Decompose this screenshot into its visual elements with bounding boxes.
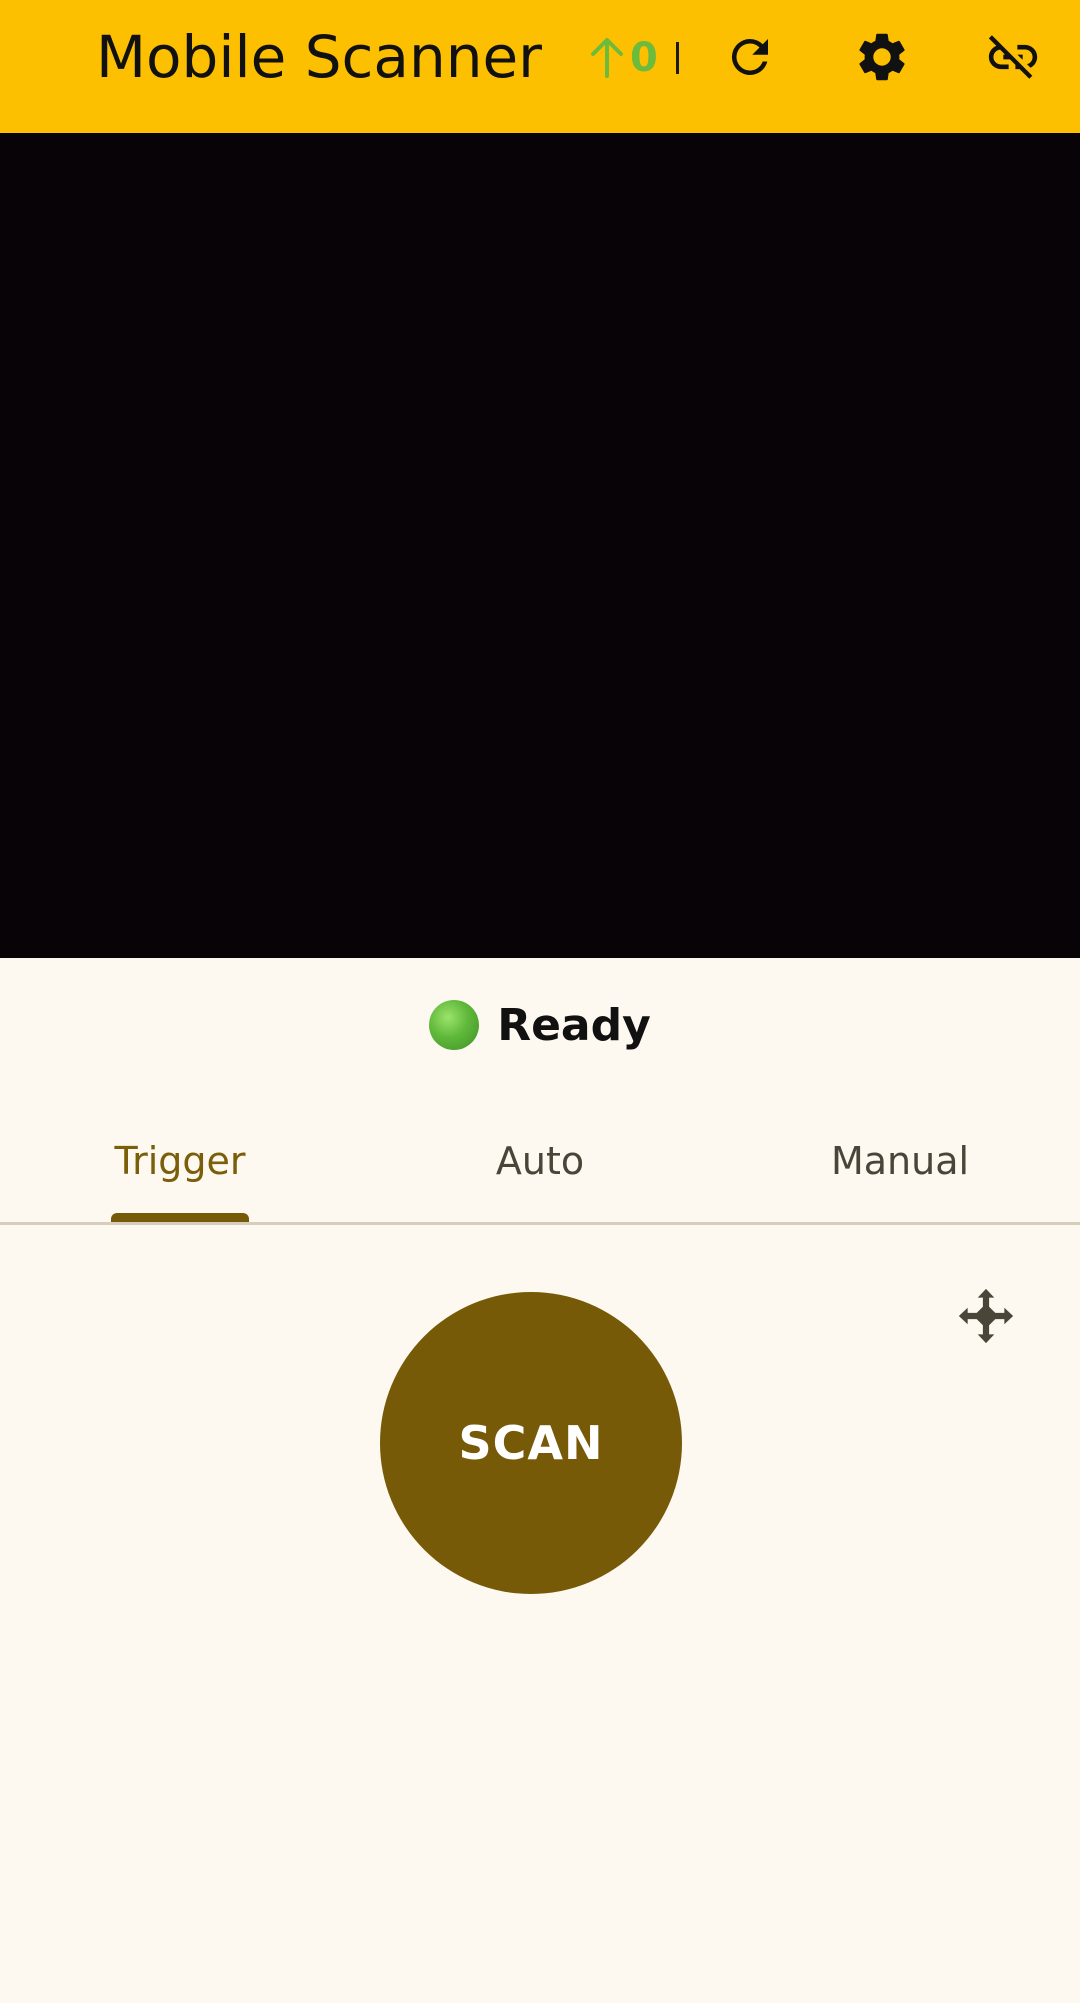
upload-count: 0: [630, 35, 658, 81]
upload-counter: 0: [588, 30, 679, 86]
tab-manual[interactable]: Manual: [820, 1100, 980, 1222]
settings-button[interactable]: [851, 26, 913, 88]
move-arrows-icon[interactable]: [955, 1285, 1017, 1347]
app-title: Mobile Scanner: [96, 23, 542, 91]
scanner-screen: Mobile Scanner 0 Ready Trigger Auto Manu…: [0, 0, 1080, 2003]
tab-trigger[interactable]: Trigger: [110, 1100, 250, 1222]
upload-divider: [675, 42, 679, 74]
camera-preview[interactable]: [0, 133, 1080, 958]
scan-mode-tabs: Trigger Auto Manual: [0, 1100, 1080, 1225]
connection-button[interactable]: [982, 26, 1044, 88]
status-indicator-icon: [429, 1000, 480, 1050]
arrow-up-icon: [591, 38, 623, 78]
gear-icon: [859, 33, 905, 81]
status-bar: Ready: [0, 995, 1080, 1055]
status-text: Ready: [497, 999, 651, 1051]
link-off-icon: [988, 35, 1038, 79]
tab-selected-indicator: [111, 1213, 249, 1222]
refresh-button[interactable]: [719, 26, 781, 88]
top-app-bar: Mobile Scanner 0: [0, 0, 1080, 133]
refresh-icon: [731, 38, 768, 75]
tab-auto[interactable]: Auto: [480, 1100, 600, 1222]
scan-button[interactable]: SCAN: [380, 1292, 682, 1594]
scan-button-label: SCAN: [458, 1416, 604, 1470]
